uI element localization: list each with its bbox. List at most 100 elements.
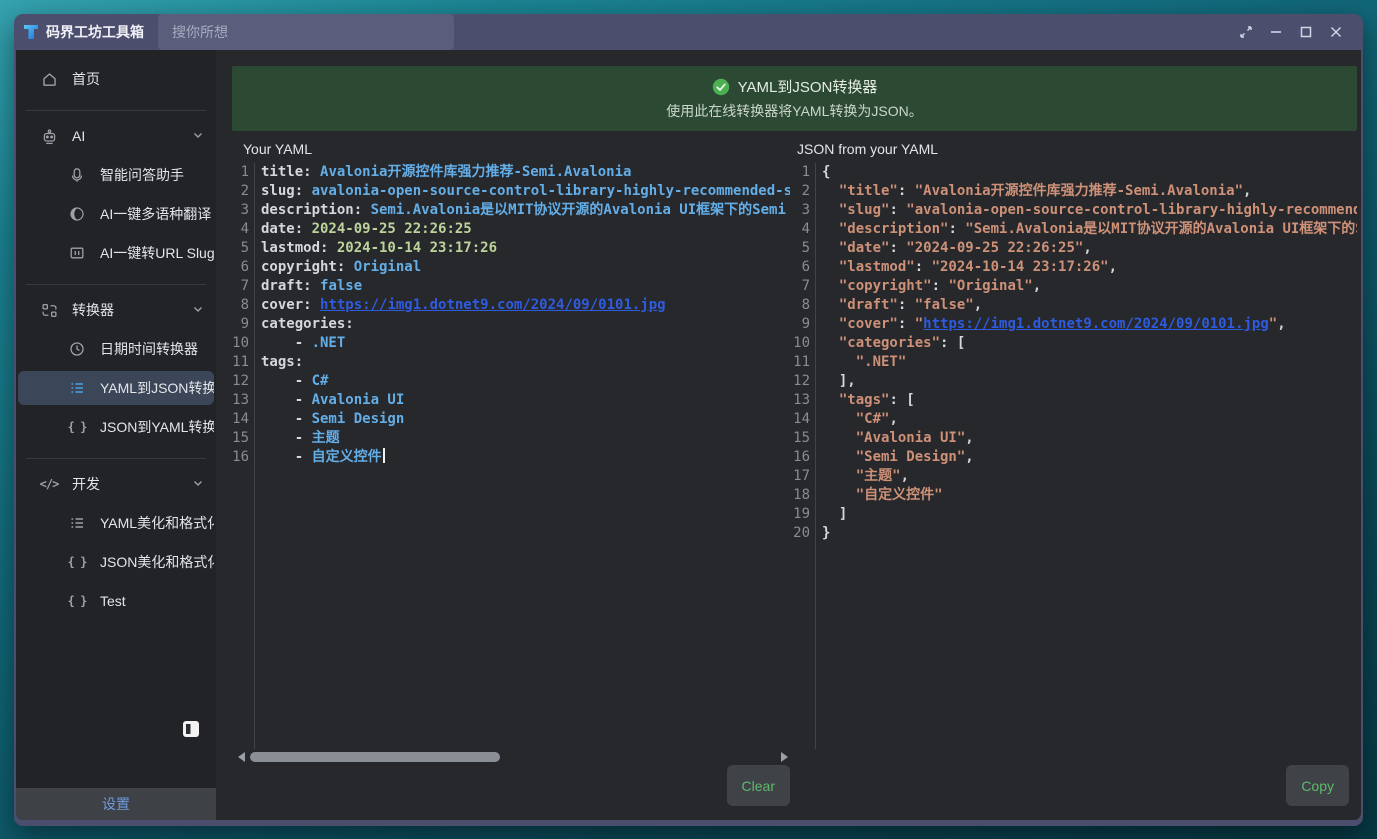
code-line: - C# [261, 372, 790, 391]
code-line: "categories": [ [822, 334, 1357, 353]
code-token [822, 297, 839, 313]
code-token: Original [354, 259, 421, 275]
sidebar: 首页 AI 智能问答助手 [16, 50, 216, 820]
line-number: 13 [232, 391, 249, 410]
sidebar-item-test[interactable]: { } Test [18, 584, 214, 618]
line-number: 5 [232, 239, 249, 258]
code-token: "false" [915, 297, 974, 313]
code-line: "title": "Avalonia开源控件库强力推荐-Semi.Avaloni… [822, 182, 1357, 201]
code-line: "slug": "avalonia-open-source-control-li… [822, 201, 1357, 220]
sidebar-item-yaml-beautify[interactable]: YAML美化和格式化 [18, 506, 214, 540]
search-input[interactable] [172, 24, 440, 40]
code-token [822, 392, 839, 408]
code-line: "copyright": "Original", [822, 277, 1357, 296]
line-number: 19 [790, 505, 810, 524]
code-token: categories: [261, 316, 354, 332]
code-token: : [940, 335, 957, 351]
yaml-line-numbers: 12345678910111213141516 [232, 163, 255, 749]
line-number: 11 [790, 353, 810, 372]
sidebar-section-converters[interactable]: 转换器 [16, 293, 216, 327]
sidebar-section-ai[interactable]: AI [16, 119, 216, 153]
code-token: "date" [839, 240, 890, 256]
sidebar-item-home[interactable]: 首页 [16, 62, 216, 96]
copy-button[interactable]: Copy [1286, 765, 1349, 806]
sidebar-item-json-beautify[interactable]: { } JSON美化和格式化 [18, 545, 214, 579]
code-line: } [822, 524, 1357, 543]
scroll-right-arrow[interactable] [781, 752, 788, 762]
yaml-editor[interactable]: 12345678910111213141516 title: Avalonia开… [232, 163, 790, 749]
close-button[interactable] [1321, 18, 1351, 46]
code-token: avalonia-open-source-control-library-hig… [312, 183, 790, 199]
collapse-sidebar-icon[interactable] [182, 720, 200, 738]
yaml-pane: Your YAML 12345678910111213141516 title:… [232, 141, 790, 820]
code-token [822, 487, 856, 503]
code-token: "lastmod" [839, 259, 915, 275]
line-number: 3 [790, 201, 810, 220]
code-token: copyright: [261, 259, 354, 275]
code-token: cover: [261, 297, 320, 313]
code-token: , [1083, 240, 1091, 256]
settings-link[interactable]: 设置 [102, 794, 130, 814]
sidebar-section-dev[interactable]: </> 开发 [16, 467, 216, 501]
sidebar-item-json-to-yaml[interactable]: { } JSON到YAML转换器 [18, 410, 214, 444]
code-token: , [901, 468, 909, 484]
scroll-left-arrow[interactable] [238, 752, 245, 762]
code-token: false [320, 278, 362, 294]
line-number: 7 [790, 277, 810, 296]
line-number: 1 [790, 163, 810, 182]
clear-button[interactable]: Clear [727, 765, 790, 806]
line-number: 15 [790, 429, 810, 448]
sidebar-item-ai-translate[interactable]: AI一键多语种翻译 [18, 197, 214, 231]
minimize-button[interactable] [1261, 18, 1291, 46]
code-token: .NET [312, 335, 346, 351]
code-token: : [932, 278, 949, 294]
settings-bar: 设置 [16, 788, 216, 820]
sidebar-item-qa-assistant[interactable]: 智能问答助手 [18, 158, 214, 192]
code-line: "lastmod": "2024-10-14 23:17:26", [822, 258, 1357, 277]
yaml-code[interactable]: title: Avalonia开源控件库强力推荐-Semi.Avaloniasl… [255, 163, 790, 749]
sidebar-item-url-slug[interactable]: AI一键转URL Slug [18, 236, 214, 270]
json-editor[interactable]: 1234567891011121314151617181920 { "title… [790, 163, 1357, 749]
line-number: 4 [790, 220, 810, 239]
code-token: lastmod: [261, 240, 337, 256]
line-number: 12 [790, 372, 810, 391]
code-line: - Avalonia UI [261, 391, 790, 410]
code-token: - [261, 411, 312, 427]
code-link[interactable]: https://img1.dotnet9.com/2024/09/0101.jp… [923, 316, 1269, 332]
list-icon [68, 379, 86, 397]
line-number: 2 [232, 182, 249, 201]
code-token [822, 468, 856, 484]
code-line: "tags": [ [822, 391, 1357, 410]
line-number: 6 [790, 258, 810, 277]
code-link[interactable]: https://img1.dotnet9.com/2024/09/0101.jp… [320, 297, 666, 313]
expand-window-button[interactable] [1231, 18, 1261, 46]
code-line: "draft": "false", [822, 296, 1357, 315]
line-number: 15 [232, 429, 249, 448]
line-number: 20 [790, 524, 810, 543]
code-token: : [889, 392, 906, 408]
code-token: { [822, 164, 830, 180]
maximize-button[interactable] [1291, 18, 1321, 46]
code-line: "cover": "https://img1.dotnet9.com/2024/… [822, 315, 1357, 334]
search-box[interactable] [158, 14, 454, 50]
code-token: : [898, 183, 915, 199]
json-pane-header: JSON from your YAML [790, 141, 1357, 163]
code-line: description: Semi.Avalonia是以MIT协议开源的Aval… [261, 201, 790, 220]
scrollbar-thumb[interactable] [250, 752, 500, 762]
slug-icon [68, 244, 86, 262]
code-token: : [898, 297, 915, 313]
code-token: "2024-10-14 23:17:26" [932, 259, 1109, 275]
code-token: : [915, 259, 932, 275]
sidebar-item-yaml-to-json[interactable]: YAML到JSON转换器 [18, 371, 214, 405]
code-token: "description" [839, 221, 949, 237]
code-token: , [965, 449, 973, 465]
braces-icon: { } [68, 418, 86, 436]
sidebar-item-datetime-converter[interactable]: 日期时间转换器 [18, 332, 214, 366]
code-line: date: 2024-09-25 22:26:25 [261, 220, 790, 239]
line-number: 12 [232, 372, 249, 391]
code-token: draft: [261, 278, 320, 294]
json-pane: JSON from your YAML 12345678910111213141… [790, 141, 1357, 820]
code-token: - [261, 373, 312, 389]
code-token: : [889, 240, 906, 256]
code-token [822, 202, 839, 218]
